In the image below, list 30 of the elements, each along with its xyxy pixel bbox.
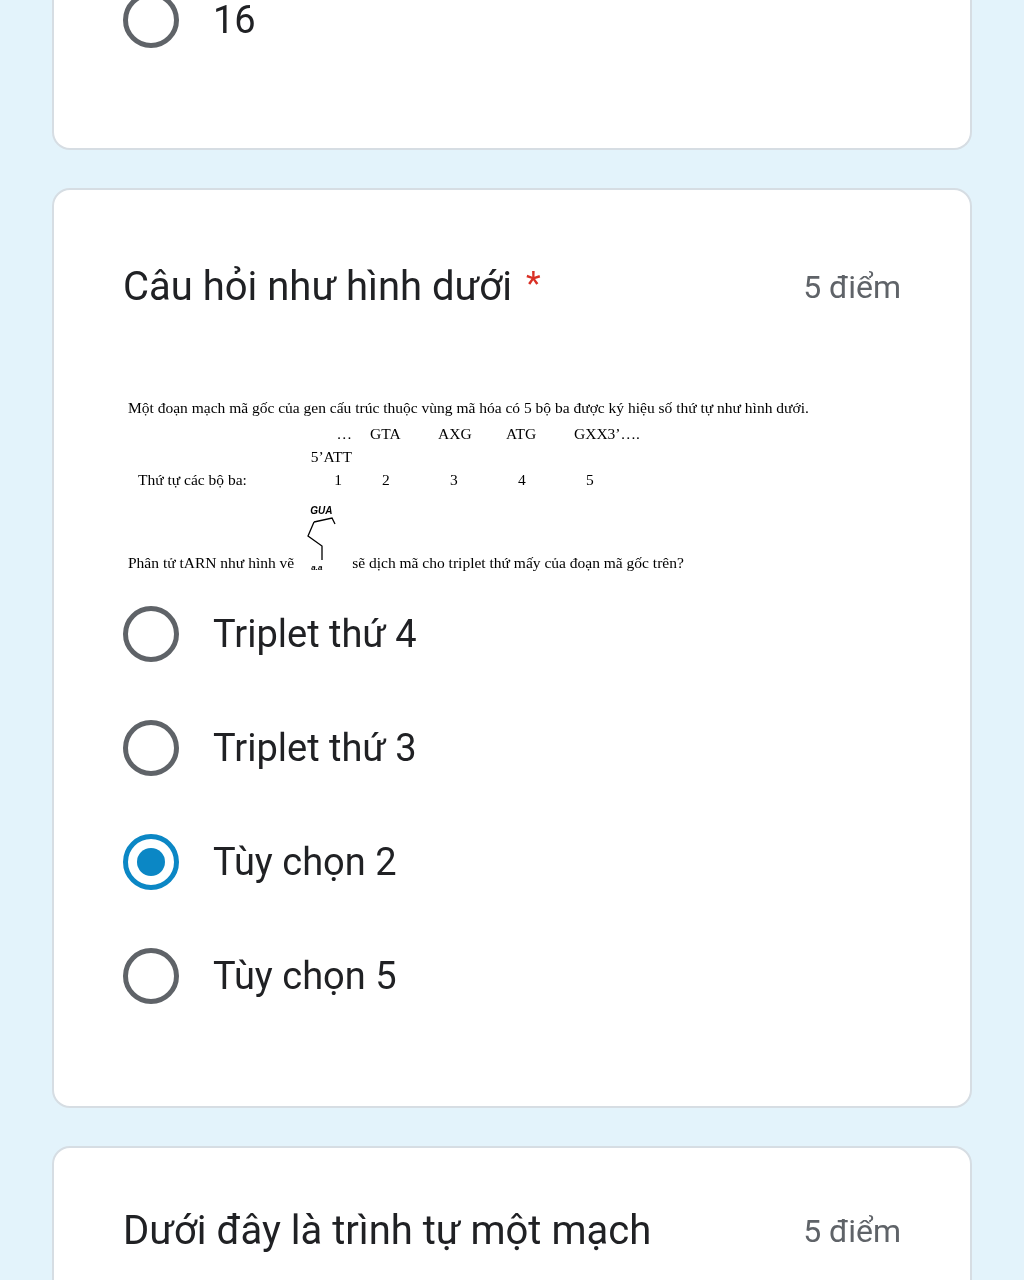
radio-button[interactable] bbox=[123, 719, 179, 776]
points-label: 5 điểm bbox=[803, 267, 901, 308]
required-mark: * bbox=[525, 262, 541, 305]
radio-button[interactable] bbox=[123, 0, 179, 48]
codon-number: 2 bbox=[381, 470, 391, 491]
option-label: 16 bbox=[213, 1, 256, 39]
codon-number: 1 bbox=[333, 470, 343, 491]
question-text: sẽ dịch mã cho triplet thứ mấy của đoạn mã gốc trên? bbox=[352, 552, 684, 573]
codon-number: 5 bbox=[585, 470, 595, 491]
points-label: 5 điểm bbox=[803, 1210, 901, 1252]
radio-button[interactable] bbox=[123, 947, 179, 1004]
codon-text: AXG bbox=[437, 423, 473, 444]
document-paragraph: Một đoạn mạch mã gốc của gen cấu trúc thuộc vùng mã hóa có 5 bộ ba được ký hiệu số thứ tự như hình dưới. bbox=[128, 398, 810, 418]
codon-text: ATG bbox=[505, 423, 538, 444]
option-label: Tùy chọn 5 bbox=[213, 956, 397, 995]
order-label: Thứ tự các bộ ba: bbox=[137, 470, 248, 491]
codon-text: …5’ATT bbox=[309, 423, 353, 468]
option-label: Triplet thứ 3 bbox=[213, 728, 417, 767]
codon-number: 4 bbox=[517, 470, 527, 491]
codon-number: 3 bbox=[449, 470, 459, 491]
question-title: Câu hỏi như hình dưới bbox=[123, 262, 512, 312]
trna-drawing: GUA a.a bbox=[298, 505, 349, 574]
radio-button[interactable] bbox=[123, 833, 179, 890]
radio-button[interactable] bbox=[123, 605, 179, 662]
codon-text: GTA bbox=[369, 423, 402, 444]
option-label: Triplet thứ 4 bbox=[213, 614, 417, 653]
option-label: Tùy chọn 2 bbox=[213, 842, 397, 881]
codon-text: GXX3’…. bbox=[573, 423, 641, 444]
question-text: Phân tử tARN như hình vẽ bbox=[128, 552, 295, 573]
question-title: Dưới đây là trình tự một mạch bbox=[123, 1205, 652, 1256]
